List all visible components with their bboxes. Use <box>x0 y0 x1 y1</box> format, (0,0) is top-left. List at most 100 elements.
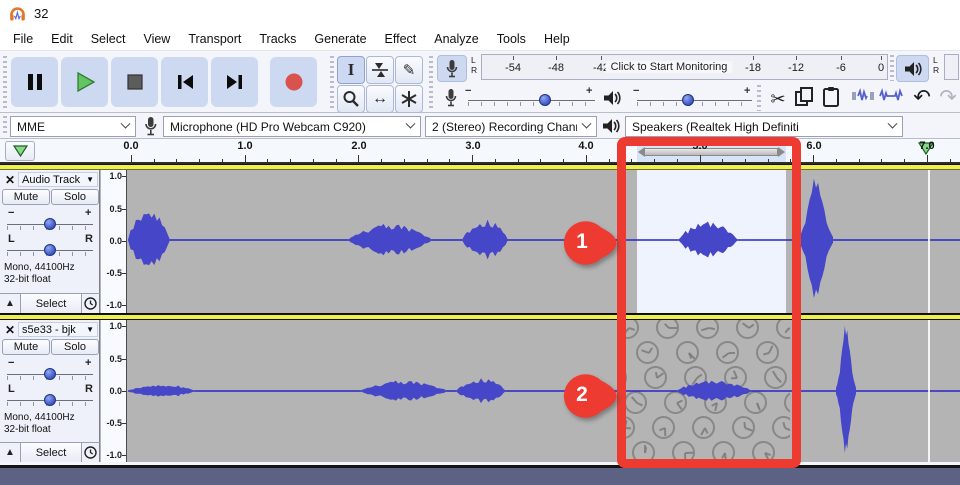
record-meter-mic-button[interactable] <box>437 55 467 82</box>
meter-scale-label: -54 <box>505 62 521 74</box>
track-1-vertical-scale[interactable]: 1.00.50.0-0.5-1.0 <box>101 170 127 313</box>
track-2-mute-button[interactable]: Mute <box>2 339 50 355</box>
meter-tick <box>881 56 882 60</box>
quick-play-right-arrow-icon[interactable] <box>778 147 785 157</box>
track-1-pan-knob[interactable] <box>44 244 56 256</box>
track-1-title-menu[interactable]: Audio Track▼ <box>18 172 98 187</box>
stop-button[interactable] <box>111 57 158 107</box>
menu-generate[interactable]: Generate <box>305 29 375 49</box>
recording-channels-select[interactable]: 2 (Stereo) Recording Chann <box>425 116 597 137</box>
track-1-waveform-selection[interactable] <box>637 170 786 313</box>
skip-to-start-icon <box>175 73 195 91</box>
redo-button[interactable]: ↷ <box>936 84 960 111</box>
audacity-window: 32 FileEditSelectViewTransportTracksGene… <box>0 0 960 485</box>
skip-to-end-button[interactable] <box>211 57 258 107</box>
timeline-tick <box>290 159 291 162</box>
clock-pattern-icon <box>664 391 687 414</box>
meter-scale-label: -12 <box>788 62 804 74</box>
track-1-mute-button[interactable]: Mute <box>2 189 50 205</box>
cut-button[interactable]: ✂ <box>765 86 791 112</box>
copy-button[interactable] <box>793 86 819 112</box>
record-volume-knob[interactable] <box>539 94 551 106</box>
meter-monitor-text[interactable]: Click to Start Monitoring <box>606 61 733 73</box>
menu-file[interactable]: File <box>4 29 42 49</box>
pinned-play-head-button[interactable] <box>5 141 35 161</box>
track-2-solo-button[interactable]: Solo <box>51 339 99 355</box>
edit-toolbar-grip[interactable] <box>757 85 761 111</box>
undo-button[interactable]: ↶ <box>908 84 936 111</box>
skip-to-end-icon <box>225 73 245 91</box>
menu-help[interactable]: Help <box>535 29 579 49</box>
multi-tool-button[interactable] <box>395 85 423 113</box>
track-2-title-menu[interactable]: s5e33 - bjk▼ <box>18 322 98 337</box>
window-title: 32 <box>34 6 48 21</box>
playback-volume-slider[interactable] <box>637 100 752 101</box>
track-2-pan-knob[interactable] <box>44 394 56 406</box>
track-2-gain-knob[interactable] <box>44 368 56 380</box>
menu-transport[interactable]: Transport <box>179 29 250 49</box>
menu-effect[interactable]: Effect <box>376 29 426 49</box>
track-1-select-button[interactable]: Select <box>21 294 82 313</box>
play-button[interactable] <box>61 57 108 107</box>
draw-tool-button[interactable]: ✎ <box>395 56 423 84</box>
meter-toolbar-grip[interactable] <box>429 56 433 108</box>
pause-button[interactable] <box>11 57 58 107</box>
time-shift-tool-button[interactable]: ↔ <box>366 85 394 113</box>
silence-audio-icon <box>879 86 903 106</box>
dropdown-arrow-icon: ▼ <box>86 175 94 184</box>
dropdown-arrow-icon: ▼ <box>86 325 94 334</box>
zoom-tool-button[interactable] <box>337 85 365 113</box>
play-head-triangle-icon <box>12 144 29 158</box>
playback-volume-knob[interactable] <box>682 94 694 106</box>
scale-label: 0.0 <box>109 386 122 396</box>
track-1-close-button[interactable]: ✕ <box>3 172 17 187</box>
track-2-close-button[interactable]: ✕ <box>3 322 17 337</box>
playback-device-select[interactable]: Speakers (Realtek High Definiti <box>625 116 903 137</box>
play-meter-grip[interactable] <box>890 55 894 81</box>
menu-select[interactable]: Select <box>82 29 135 49</box>
menu-edit[interactable]: Edit <box>42 29 82 49</box>
silence-audio-button[interactable] <box>879 86 905 112</box>
timeline-tick <box>449 159 450 162</box>
track-2[interactable]: ✕ s5e33 - bjk▼ Mute Solo − + L R Mono, 4… <box>0 320 960 462</box>
record-meter[interactable]: -54-48-42-18-12-60Click to Start Monitor… <box>481 54 888 80</box>
trim-audio-button[interactable] <box>851 86 877 112</box>
menu-analyze[interactable]: Analyze <box>425 29 487 49</box>
envelope-tool-button[interactable] <box>366 56 394 84</box>
scale-tick <box>122 209 126 210</box>
device-toolbar-grip[interactable] <box>3 116 7 136</box>
meter-tick <box>601 56 602 60</box>
timeline-label: 4.0 <box>578 140 593 152</box>
scale-label: -0.5 <box>106 268 122 278</box>
quick-play-left-arrow-icon[interactable] <box>638 147 645 157</box>
toolbar-grip[interactable] <box>3 56 7 108</box>
selection-tool-button[interactable]: I <box>337 56 365 84</box>
paste-button[interactable] <box>821 86 847 112</box>
play-meter[interactable] <box>944 54 959 80</box>
menu-tools[interactable]: Tools <box>488 29 535 49</box>
scale-label: 1.0 <box>109 171 122 181</box>
chevron-down-icon <box>406 119 416 129</box>
play-meter-speaker-button[interactable] <box>896 55 929 82</box>
timeline-ruler[interactable]: 0.01.02.03.04.05.06.07.0 <box>0 139 960 164</box>
track-1[interactable]: ✕ Audio Track▼ Mute Solo − + L R Mono, 4… <box>0 170 960 313</box>
track-1-collapse-button[interactable]: ▲ <box>0 294 21 313</box>
record-volume-slider[interactable] <box>468 100 595 101</box>
track-1-solo-button[interactable]: Solo <box>51 189 99 205</box>
clock-pattern-icon <box>736 320 759 339</box>
menu-tracks[interactable]: Tracks <box>250 29 305 49</box>
track-2-collapse-button[interactable]: ▲ <box>0 443 21 462</box>
track-2-clock-button[interactable] <box>82 443 99 462</box>
skip-to-start-button[interactable] <box>161 57 208 107</box>
track-2-select-button[interactable]: Select <box>21 443 82 462</box>
tools-toolbar-grip[interactable] <box>330 56 334 108</box>
record-button[interactable] <box>270 57 317 107</box>
track-1-gain-knob[interactable] <box>44 218 56 230</box>
track-2-vertical-scale[interactable]: 1.00.50.0-0.5-1.0 <box>101 320 127 462</box>
output-device-speaker-icon <box>601 117 622 135</box>
menu-view[interactable]: View <box>134 29 179 49</box>
audio-host-select[interactable]: MME <box>10 116 136 137</box>
track-1-clock-button[interactable] <box>82 294 99 313</box>
quick-play-bar[interactable] <box>644 148 778 156</box>
recording-device-select[interactable]: Microphone (HD Pro Webcam C920) <box>163 116 421 137</box>
